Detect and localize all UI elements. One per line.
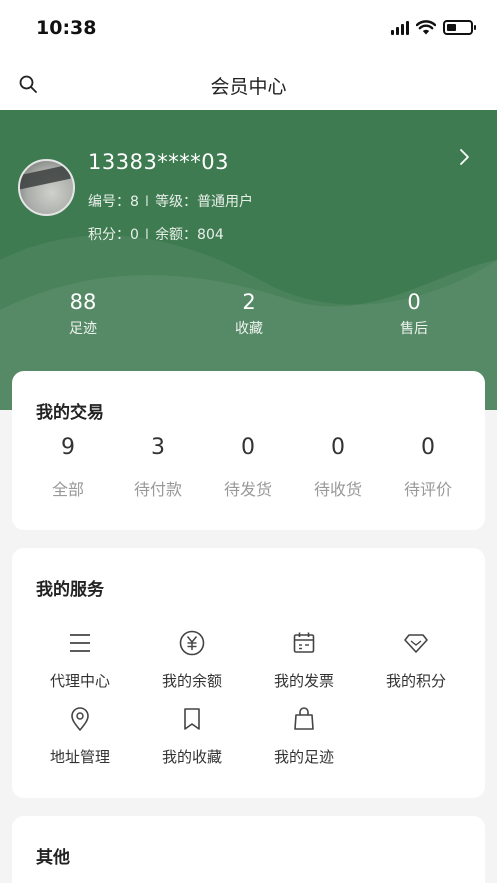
trade-count: 0 bbox=[331, 435, 345, 460]
user-points-balance: 积分：0 I 余额：804 bbox=[88, 224, 224, 244]
member-header: 13383****03 编号：8 I 等级：普通用户 积分：0 I 余额：804 88 … bbox=[0, 110, 497, 410]
service-address-management[interactable]: 地址管理 bbox=[24, 706, 136, 767]
separator: I bbox=[144, 227, 150, 243]
other-card: 其他 bbox=[12, 816, 485, 883]
trade-pending-receipt[interactable]: 0 待收货 bbox=[293, 435, 383, 500]
wifi-icon bbox=[416, 20, 436, 35]
service-label: 地址管理 bbox=[49, 748, 110, 766]
stat-footprint[interactable]: 88 足迹 bbox=[33, 290, 133, 338]
nav-bar: 会员中心 bbox=[0, 58, 497, 110]
stat-label: 售后 bbox=[400, 321, 428, 337]
service-label: 我的积分 bbox=[385, 672, 446, 690]
trade-pending-shipment[interactable]: 0 待发货 bbox=[203, 435, 293, 500]
stat-value: 88 bbox=[69, 290, 97, 314]
stat-value: 2 bbox=[242, 290, 256, 314]
header-wave-decoration bbox=[0, 235, 497, 410]
trade-label: 待发货 bbox=[223, 480, 272, 499]
service-label: 我的发票 bbox=[273, 672, 334, 690]
page-title: 会员中心 bbox=[210, 76, 287, 98]
service-my-invoice[interactable]: 我的发票 bbox=[248, 630, 360, 691]
trade-label: 待收货 bbox=[313, 480, 362, 499]
section-title: 我的交易 bbox=[36, 403, 104, 423]
status-icons bbox=[391, 20, 476, 35]
service-agent-center[interactable]: 代理中心 bbox=[24, 630, 136, 691]
bookmark-icon bbox=[184, 708, 200, 730]
service-label: 我的足迹 bbox=[273, 748, 334, 766]
trade-pending-review[interactable]: 0 待评价 bbox=[383, 435, 473, 500]
service-my-footprint[interactable]: 我的足迹 bbox=[248, 706, 360, 767]
calendar-icon bbox=[293, 632, 315, 653]
user-phone[interactable]: 13383****03 bbox=[88, 150, 229, 174]
trade-count: 0 bbox=[421, 435, 435, 460]
user-id-level: 编号：8 I 等级：普通用户 bbox=[88, 191, 253, 211]
user-points: 积分：0 bbox=[88, 227, 139, 243]
trade-pending-payment[interactable]: 3 待付款 bbox=[113, 435, 203, 500]
trade-label: 全部 bbox=[51, 480, 84, 499]
avatar[interactable] bbox=[18, 159, 75, 216]
chevron-right-icon[interactable] bbox=[457, 148, 471, 166]
yen-coin-icon bbox=[179, 630, 205, 656]
my-services-card: 我的服务 代理中心 我的余额 我的发票 我的积分 地址管理 我的收藏 我的足迹 bbox=[12, 548, 485, 798]
stat-label: 收藏 bbox=[235, 321, 263, 337]
trade-label: 待评价 bbox=[403, 480, 452, 499]
stat-after-sales[interactable]: 0 售后 bbox=[364, 290, 464, 338]
stat-label: 足迹 bbox=[69, 321, 97, 337]
stat-favorites[interactable]: 2 收藏 bbox=[199, 290, 299, 338]
status-time: 10:38 bbox=[36, 17, 97, 39]
location-pin-icon bbox=[71, 707, 89, 731]
trade-label: 待付款 bbox=[133, 480, 182, 499]
service-my-points[interactable]: 我的积分 bbox=[360, 630, 472, 691]
diamond-icon bbox=[404, 634, 428, 653]
service-label: 我的余额 bbox=[161, 672, 222, 690]
status-bar: 10:38 bbox=[0, 0, 497, 58]
my-trades-card: 我的交易 9 全部 3 待付款 0 待发货 0 待收货 0 待评价 bbox=[12, 371, 485, 530]
service-my-balance[interactable]: 我的余额 bbox=[136, 630, 248, 691]
user-balance: 余额：804 bbox=[155, 227, 224, 243]
user-level-value: 普通用户 bbox=[197, 194, 254, 210]
trade-count: 0 bbox=[241, 435, 255, 460]
stat-value: 0 bbox=[407, 290, 421, 314]
user-id: 编号：8 bbox=[88, 194, 139, 210]
separator: I bbox=[144, 194, 150, 210]
section-title: 我的服务 bbox=[36, 580, 104, 600]
shopping-bag-icon bbox=[294, 707, 314, 730]
cellular-signal-icon bbox=[391, 20, 409, 35]
trade-all[interactable]: 9 全部 bbox=[23, 435, 113, 500]
service-my-favorites[interactable]: 我的收藏 bbox=[136, 706, 248, 767]
user-level-label: 等级： bbox=[155, 194, 198, 210]
service-label: 我的收藏 bbox=[161, 748, 222, 766]
service-label: 代理中心 bbox=[49, 672, 110, 690]
trade-count: 9 bbox=[61, 435, 75, 460]
battery-icon bbox=[443, 20, 476, 35]
section-title: 其他 bbox=[36, 848, 70, 868]
menu-lines-icon bbox=[70, 634, 90, 652]
trade-count: 3 bbox=[151, 435, 165, 460]
